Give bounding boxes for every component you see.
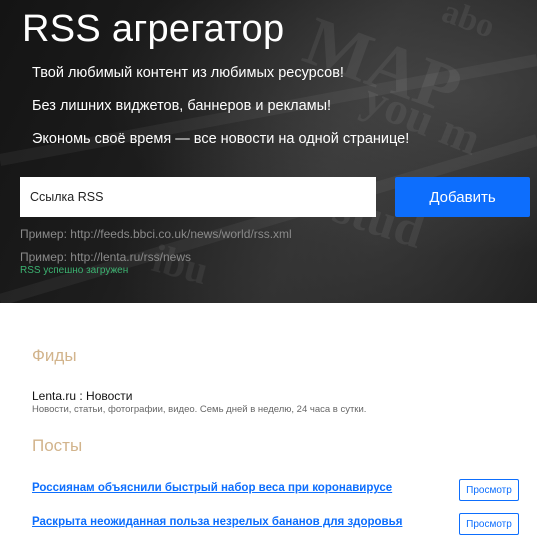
tagline-no-ads: Без лишних виджетов, баннеров и рекламы!	[32, 98, 332, 114]
posts-heading: Посты	[32, 436, 83, 455]
tagline-content: Твой любимый контент из любимых ресурсов…	[32, 65, 344, 81]
feeds-heading: Фиды	[32, 346, 77, 365]
tagline-save-time: Экономь своё время — все новости на одно…	[32, 131, 410, 147]
feedback-status: RSS успешно загружен	[20, 265, 129, 276]
post-link[interactable]: Раскрыта неожиданная польза незрелых бан…	[32, 516, 402, 528]
example-url-bbc: Пример: http://feeds.bbci.co.uk/news/wor…	[20, 227, 292, 241]
feed-description: Новости, статьи, фотографии, видео. Семь…	[32, 404, 367, 415]
rss-url-input[interactable]	[20, 177, 376, 217]
view-post-button[interactable]: Просмотр	[459, 479, 519, 501]
add-feed-button[interactable]: Добавить	[395, 177, 530, 217]
post-link[interactable]: Россиянам объяснили быстрый набор веса п…	[32, 482, 392, 494]
example-url-lenta: Пример: http://lenta.ru/rss/news	[20, 250, 191, 264]
view-post-button[interactable]: Просмотр	[459, 513, 519, 535]
feed-title: Lenta.ru : Новости	[32, 389, 133, 403]
svg-text:abo: abo	[437, 0, 499, 46]
page-title: RSS агрегатор	[22, 8, 285, 50]
hero-section: MAP you m stud ibu abo RSS агрегатор Тво…	[0, 0, 537, 303]
